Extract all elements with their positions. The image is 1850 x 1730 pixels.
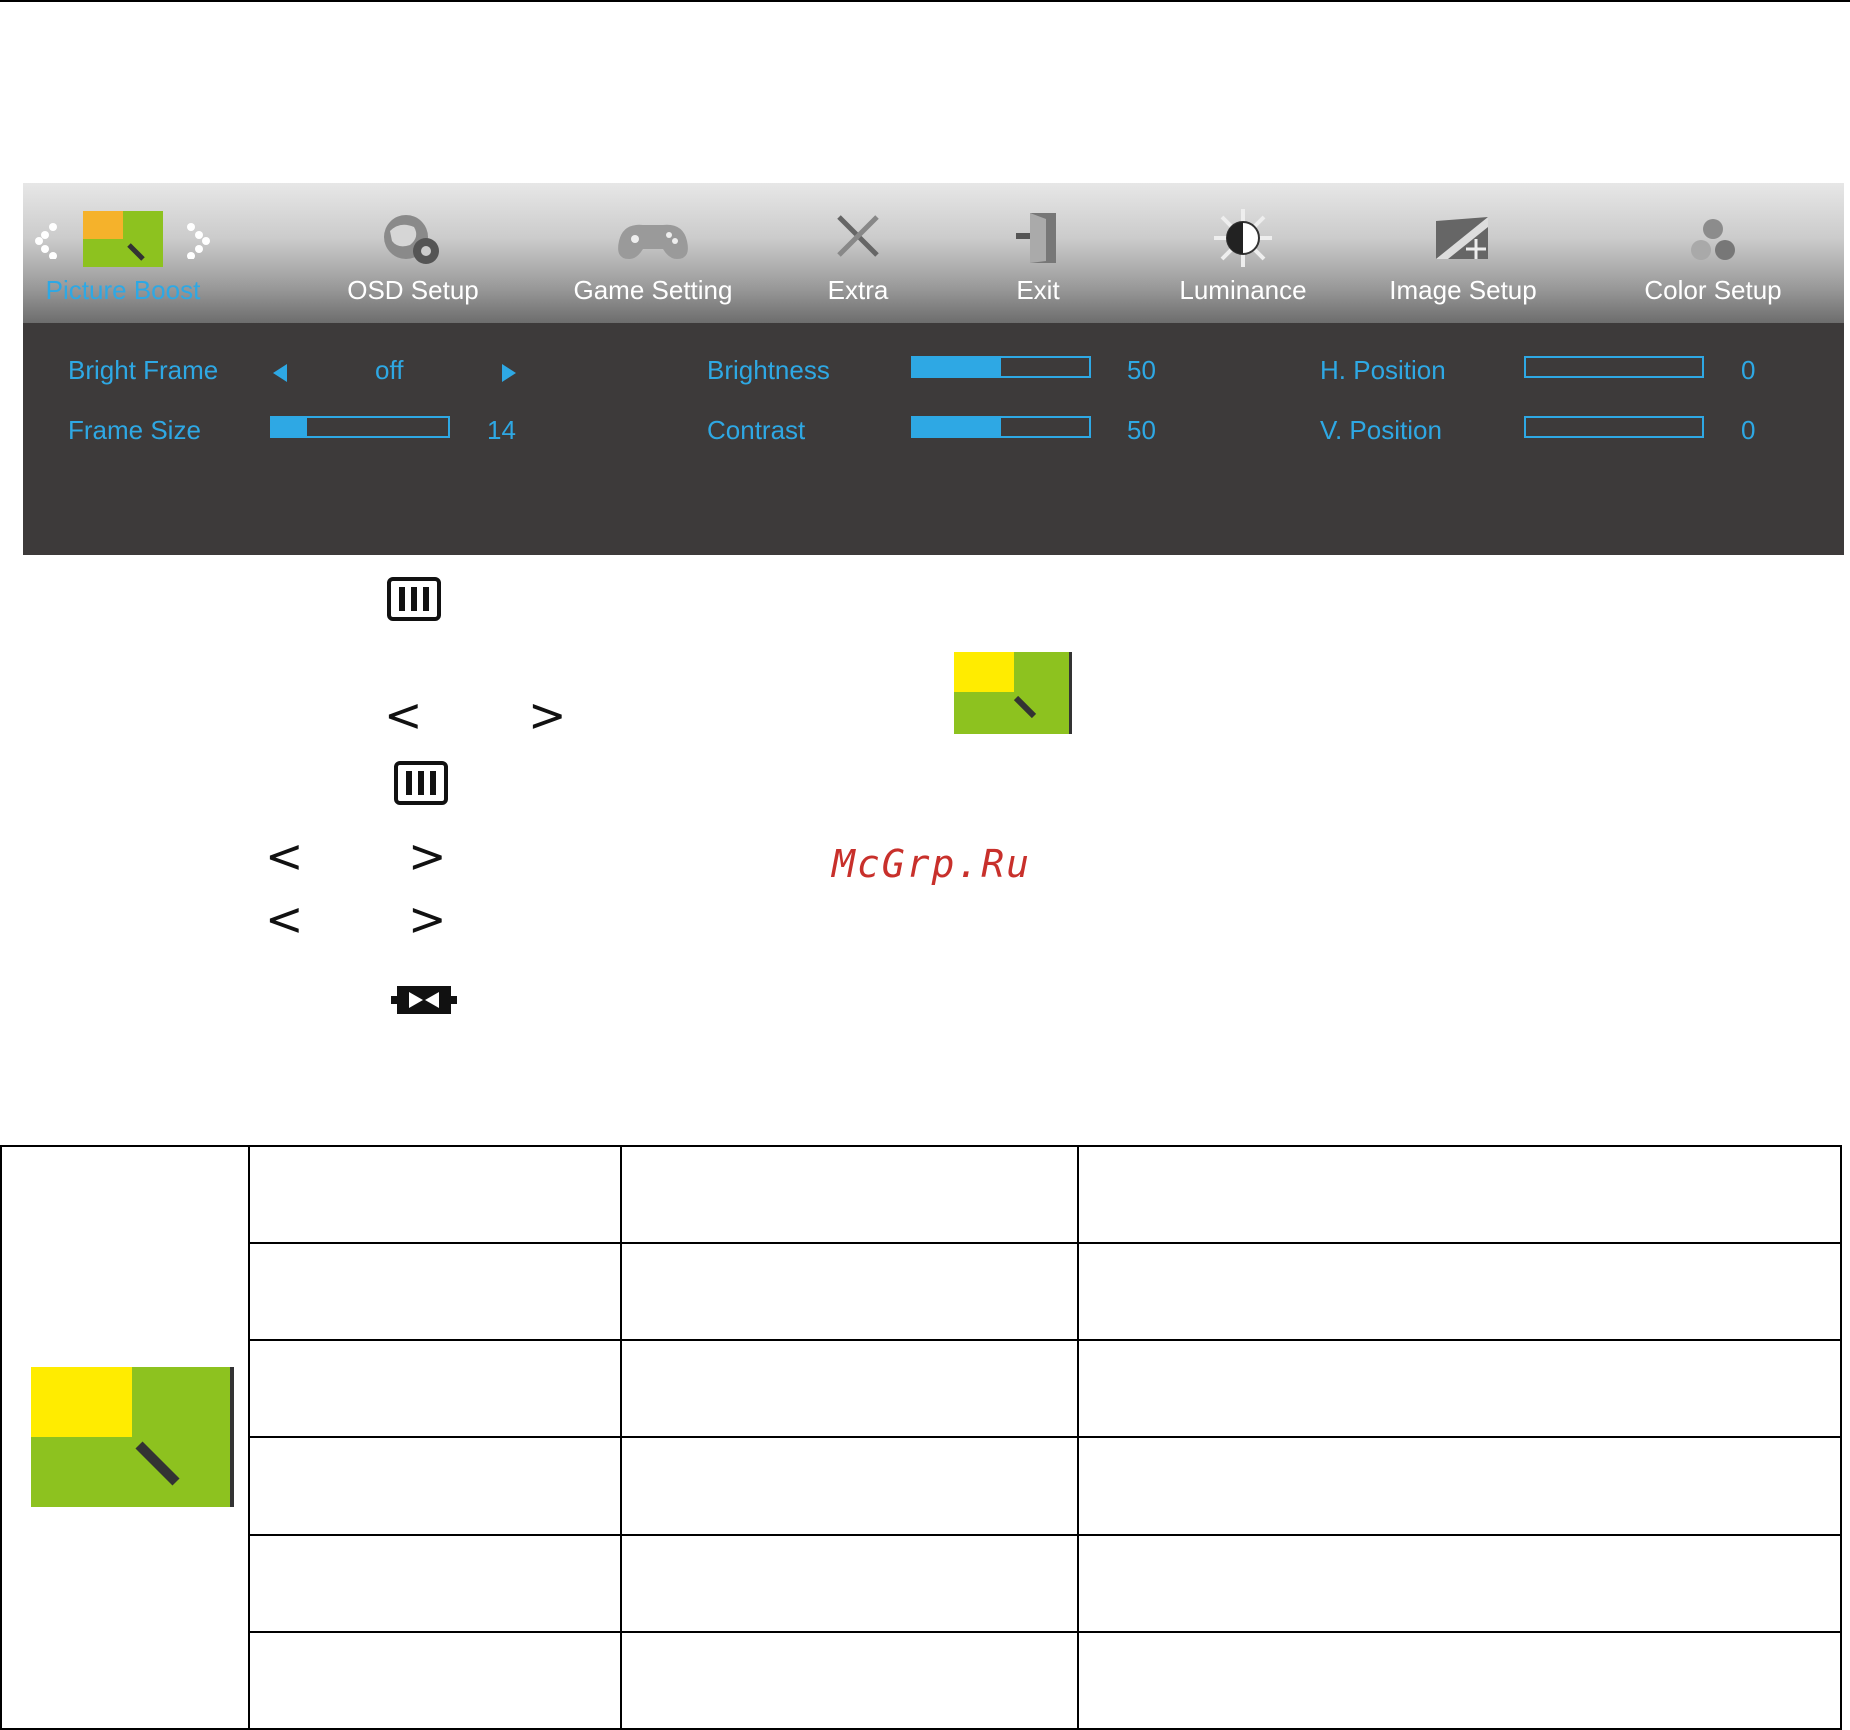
- table-row: [1, 1339, 1842, 1438]
- game-setting-icon: [618, 224, 688, 259]
- frame-size-label: Frame Size: [68, 415, 201, 445]
- right-arrow-icon: >: [408, 829, 447, 883]
- osd-menu: Picture Boost OSD Setup Game Setting Ext…: [23, 183, 1844, 555]
- table-cell: [620, 1242, 1079, 1341]
- h-position-label: H. Position: [1320, 355, 1446, 385]
- bright-frame-left-icon[interactable]: [273, 364, 287, 382]
- tab-color-setup[interactable]: Color Setup: [1613, 183, 1813, 323]
- brightness-value: 50: [1127, 355, 1156, 385]
- picture-boost-icon: [31, 1367, 234, 1507]
- picture-boost-icon: [954, 652, 1072, 734]
- table-row: [1, 1534, 1842, 1633]
- table-cell: [620, 1145, 1079, 1244]
- tab-label: Game Setting: [573, 275, 733, 305]
- brightness-label: Brightness: [707, 355, 830, 385]
- tab-game-setting[interactable]: Game Setting: [543, 183, 763, 323]
- left-arrow-icon: <: [384, 688, 423, 742]
- bright-frame-right-icon[interactable]: [502, 364, 516, 382]
- table-cell: [248, 1534, 622, 1633]
- table-cell: [248, 1436, 622, 1536]
- table-cell: [1077, 1631, 1842, 1730]
- bright-frame-value[interactable]: off: [375, 355, 403, 386]
- table-cell: [620, 1534, 1079, 1633]
- menu-key-icon: [394, 761, 448, 805]
- exit-icon: [1016, 213, 1056, 263]
- table-cell: [620, 1436, 1079, 1536]
- contrast-slider[interactable]: [911, 416, 1091, 438]
- tab-label: Exit: [1016, 275, 1060, 305]
- left-arrow-icon: <: [265, 892, 304, 946]
- h-position-slider[interactable]: [1524, 356, 1704, 378]
- contrast-label: Contrast: [707, 415, 806, 445]
- tab-label: OSD Setup: [347, 275, 479, 305]
- tab-label: Picture Boost: [45, 275, 201, 305]
- left-arrow-icon: <: [265, 829, 304, 883]
- table-row: [1, 1242, 1842, 1341]
- exit-key-icon: [391, 986, 457, 1014]
- table-cell: [1077, 1145, 1842, 1244]
- tab-image-setup[interactable]: Image Setup: [1363, 183, 1563, 323]
- menu-key-icon: [387, 577, 441, 621]
- table-cell: [248, 1339, 622, 1438]
- table-cell: [1077, 1534, 1842, 1633]
- brightness-slider[interactable]: [911, 356, 1091, 378]
- top-rule: [0, 0, 1850, 2]
- tab-osd-setup[interactable]: OSD Setup: [313, 183, 513, 323]
- image-setup-icon: [1436, 217, 1488, 259]
- color-setup-icon: [1691, 219, 1735, 260]
- right-arrow-icon: >: [408, 892, 447, 946]
- tab-extra[interactable]: Extra: [793, 183, 923, 323]
- v-position-label: V. Position: [1320, 415, 1442, 445]
- table-row: [1, 1436, 1842, 1536]
- tab-label: Image Setup: [1389, 275, 1537, 305]
- table-cell: [248, 1242, 622, 1341]
- picture-boost-table: [0, 1145, 1842, 1730]
- frame-size-value: 14: [487, 415, 516, 445]
- table-cell: [1077, 1242, 1842, 1341]
- table-cell: [620, 1631, 1079, 1730]
- table-cell: [1077, 1339, 1842, 1438]
- right-arrow-icon: >: [528, 688, 567, 742]
- picture-boost-icon: [83, 211, 163, 267]
- table-row: [1, 1631, 1842, 1730]
- h-position-value: 0: [1741, 355, 1756, 385]
- osd-settings-panel: Bright Frame off Frame Size 14 Brightnes…: [23, 323, 1844, 555]
- osd-tab-bar: Picture Boost OSD Setup Game Setting Ext…: [23, 183, 1844, 323]
- table-cell: [620, 1339, 1079, 1438]
- tab-luminance[interactable]: Luminance: [1143, 183, 1343, 323]
- tab-picture-boost[interactable]: Picture Boost: [33, 183, 213, 323]
- watermark: McGrp.Ru: [832, 842, 1032, 886]
- contrast-value: 50: [1127, 415, 1156, 445]
- osd-setup-icon: [384, 215, 439, 264]
- v-position-slider[interactable]: [1524, 416, 1704, 438]
- v-position-value: 0: [1741, 415, 1756, 445]
- luminance-icon: [1214, 209, 1272, 267]
- table-cell: [248, 1145, 622, 1244]
- tab-exit[interactable]: Exit: [973, 183, 1103, 323]
- table-cell: [1077, 1436, 1842, 1536]
- table-icon-cell: [0, 1145, 250, 1730]
- extra-icon: [837, 215, 879, 257]
- table-cell: [248, 1631, 622, 1730]
- frame-size-slider[interactable]: [270, 416, 450, 438]
- tab-label: Color Setup: [1644, 275, 1782, 305]
- tab-label: Luminance: [1179, 275, 1307, 305]
- bright-frame-label: Bright Frame: [68, 355, 219, 385]
- tab-label: Extra: [827, 275, 889, 305]
